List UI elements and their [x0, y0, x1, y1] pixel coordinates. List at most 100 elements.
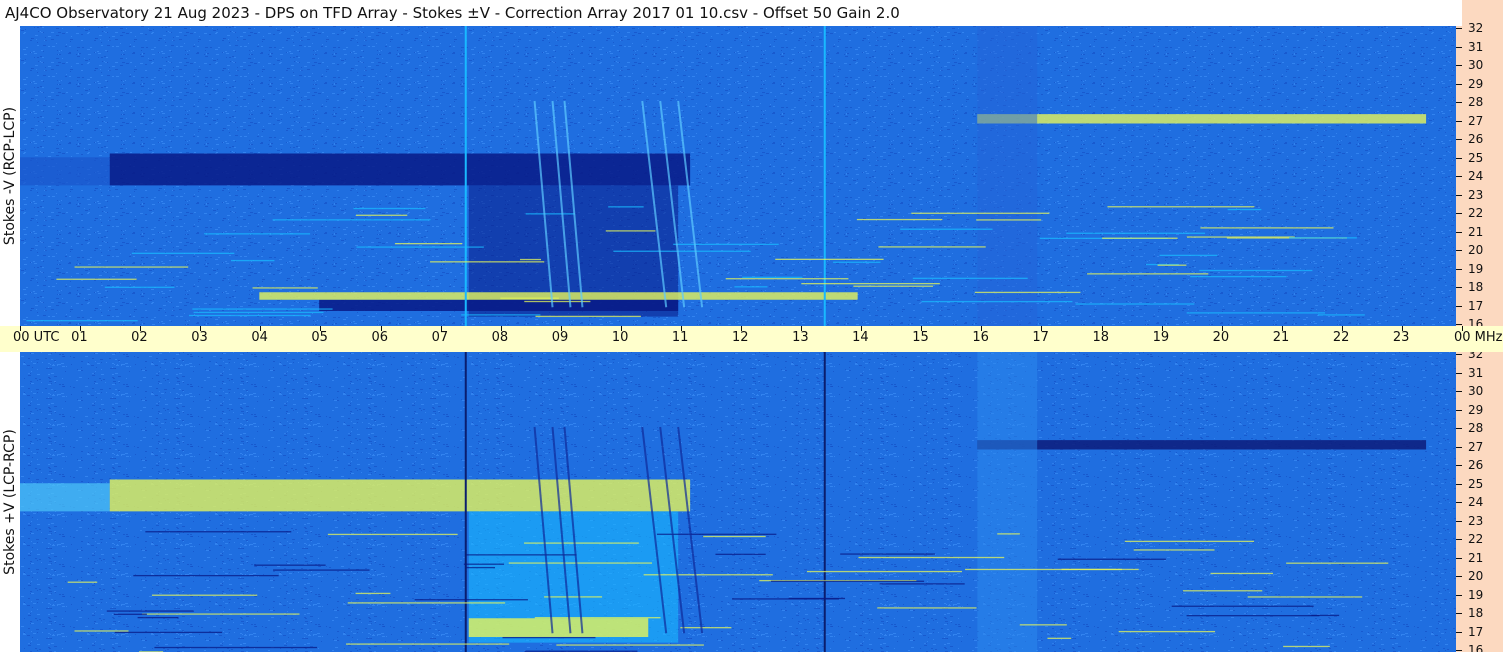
spectrogram-feature	[74, 266, 189, 268]
spectrogram-feature	[911, 212, 1050, 214]
spectrogram-feature	[912, 277, 1028, 279]
spectrogram-feature	[1317, 314, 1365, 316]
freq-tick-label: 20	[1456, 243, 1483, 257]
spectrogram-feature	[673, 243, 779, 245]
time-tick-label: 15	[912, 330, 929, 345]
spectrogram-feature	[468, 618, 649, 637]
spectrogram-feature	[544, 596, 603, 598]
spectrogram-feature	[1182, 590, 1263, 592]
spectrogram-feature	[273, 569, 370, 571]
freq-tick-label: 22	[1456, 206, 1483, 220]
time-tick-label: 00 MHz	[1454, 330, 1503, 345]
spectrogram-feature	[131, 252, 235, 254]
time-tick-label: 10	[611, 330, 629, 345]
spectrogram-feature	[1019, 624, 1067, 626]
spectrogram-feature	[356, 246, 484, 248]
spectrogram-feature	[840, 553, 936, 555]
freq-tick-label: 26	[1456, 132, 1483, 146]
stokes-pos-label: Stokes +V (LCP-RCP)	[2, 429, 18, 575]
spectrogram-feature	[1159, 254, 1218, 257]
freq-tick-label: 18	[1456, 606, 1483, 620]
spectrogram-feature	[921, 300, 1073, 303]
freq-tick-label: 28	[1456, 95, 1483, 109]
spectrogram-feature	[430, 261, 545, 263]
freq-axis-bottom: 32 31 30 29 28 27 26 25 24 23 22 21 20 19 18 17 16	[1456, 347, 1503, 657]
spectrogram-vertical-line	[464, 352, 467, 652]
spectrogram-feature	[109, 479, 691, 512]
spectrogram-feature	[141, 613, 300, 615]
spectrogram-feature	[556, 644, 704, 646]
spectrogram-feature	[608, 206, 644, 208]
spectrogram-feature	[465, 566, 496, 569]
freq-tick-label: 25	[1456, 477, 1483, 491]
time-tick-label: 19	[1152, 330, 1170, 345]
spectrogram-feature	[1311, 614, 1340, 617]
time-tick-label: 16	[972, 330, 989, 345]
time-tick-label: 01	[71, 330, 88, 345]
time-tick-label: 11	[671, 330, 689, 345]
spectrogram-vertical-line	[823, 26, 826, 326]
spectrogram-canvas	[20, 26, 1456, 326]
time-tick-label: 14	[852, 330, 869, 345]
freq-tick-label: 19	[1456, 588, 1483, 602]
time-tick-label: 12	[732, 330, 749, 345]
spectrogram-feature	[605, 230, 656, 232]
spectrogram-feature	[346, 643, 510, 645]
spectrogram-feature	[833, 261, 881, 263]
spectrogram-feature	[67, 581, 98, 583]
spectrogram-feature	[394, 243, 463, 245]
spectrogram-feature	[877, 607, 977, 609]
spectrogram-feature	[20, 483, 110, 512]
spectrogram-feature	[613, 250, 751, 252]
spectrogram-feature	[524, 300, 591, 303]
spectrogram-feature	[154, 646, 318, 649]
freq-tick-label: 27	[1456, 114, 1483, 128]
time-tick-label: 08	[491, 330, 509, 345]
time-tick-label: 17	[1032, 330, 1049, 345]
spectrogram-feature	[113, 613, 147, 615]
spectrogram-feature	[858, 556, 1005, 559]
spectrogram-feature	[977, 114, 1427, 124]
spectrogram-feature	[1102, 237, 1178, 239]
spectrogram-feature	[1075, 303, 1195, 305]
spectrogram-feature	[26, 320, 138, 322]
spectrogram-feature	[770, 580, 925, 582]
spectrogram-feature	[732, 598, 839, 600]
freq-tick-label: 29	[1456, 403, 1483, 417]
spectrogram-feature	[725, 278, 849, 280]
spectrogram-vertical-line	[464, 26, 467, 326]
spectrogram-feature	[806, 570, 962, 573]
spectrogram-feature	[525, 213, 576, 215]
spectrogram-feature	[1061, 568, 1139, 571]
spectrogram-feature	[151, 594, 258, 596]
spectrogram-feature	[1107, 206, 1255, 208]
spectrogram-feature	[109, 153, 691, 186]
spectrogram-feature	[20, 157, 110, 186]
spectrogram-feature	[1066, 232, 1206, 234]
spectrogram-canvas	[20, 352, 1456, 652]
spectrogram-feature	[231, 259, 275, 262]
spectrogram-feature	[1286, 562, 1389, 564]
freq-tick-label: 29	[1456, 77, 1483, 91]
title-bar: AJ4CO Observatory 21 Aug 2023 - DPS on T…	[0, 0, 1462, 26]
spectrogram-feature	[643, 574, 773, 576]
time-tick-label: 18	[1092, 330, 1110, 345]
spectrogram-feature	[502, 636, 596, 639]
spectrogram-feature	[997, 533, 1020, 535]
spectrogram-feature	[976, 219, 1042, 221]
freq-tick-label: 21	[1456, 551, 1483, 565]
spectrogram-feature	[977, 440, 1427, 450]
freq-tick-label: 30	[1456, 58, 1483, 72]
spectrogram-feature	[853, 285, 933, 287]
freq-tick-label: 24	[1456, 495, 1483, 509]
spectrogram-feature	[466, 554, 577, 556]
spectrogram-feature	[519, 258, 541, 261]
spectrogram-feature	[463, 563, 505, 565]
freq-tick-label: 30	[1456, 384, 1483, 398]
spectrogram-feature	[703, 535, 766, 538]
spectrogram-feature	[879, 583, 965, 585]
freq-tick-label: 23	[1456, 514, 1483, 528]
spectrogram-feature	[133, 574, 279, 577]
spectrogram-feature	[742, 276, 803, 278]
freq-tick-label: 22	[1456, 532, 1483, 546]
